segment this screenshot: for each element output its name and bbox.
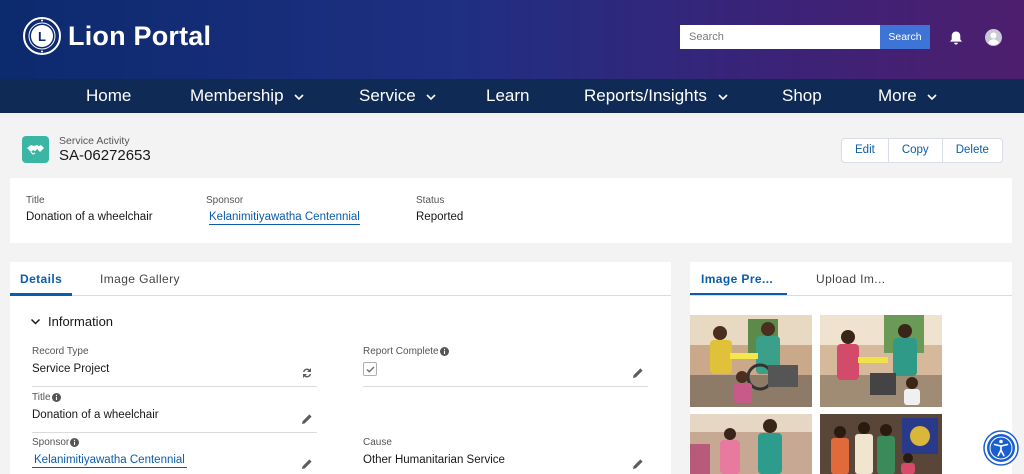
- accessibility-icon[interactable]: [983, 430, 1019, 466]
- lions-emblem-icon: L: [23, 17, 61, 55]
- field-sponsor: Sponsor Kelanimitiyawatha Centennial: [32, 437, 317, 474]
- nav-learn[interactable]: Learn: [486, 79, 529, 113]
- field-report-complete-label-text: Report Complete: [363, 346, 439, 357]
- gallery-photo[interactable]: [820, 414, 942, 474]
- info-icon[interactable]: [439, 347, 449, 356]
- field-sponsor-label-text: Sponsor: [32, 437, 70, 448]
- gallery-photo[interactable]: [820, 315, 942, 407]
- highlight-sponsor-label: Sponsor: [206, 195, 244, 206]
- search-button[interactable]: Search: [880, 25, 930, 49]
- field-title: Title Donation of a wheelchair: [32, 392, 317, 433]
- field-report-complete-label: Report Complete: [363, 346, 648, 357]
- field-cause: Cause Other Humanitarian Service: [363, 437, 648, 474]
- info-icon[interactable]: [70, 438, 80, 447]
- gallery-photo[interactable]: [690, 414, 812, 474]
- highlight-status: Status Reported: [416, 195, 463, 223]
- svg-text:L: L: [38, 29, 46, 44]
- field-title-label-text: Title: [32, 392, 51, 403]
- field-record-type-label: Record Type: [32, 346, 89, 357]
- highlight-title-value: Donation of a wheelchair: [26, 211, 153, 223]
- report-complete-checkbox: [363, 362, 377, 376]
- record-object-label: Service Activity: [59, 135, 130, 147]
- details-card: Details Image Gallery Information Record…: [10, 262, 671, 474]
- chevron-down-icon: [426, 93, 436, 100]
- nav-membership[interactable]: Membership: [190, 79, 305, 113]
- nav-reports-insights-label: Reports/Insights: [584, 86, 707, 105]
- edit-button[interactable]: Edit: [842, 139, 889, 162]
- highlight-title: Title Donation of a wheelchair: [26, 195, 153, 223]
- portal-banner: L Lion Portal Search: [0, 0, 1024, 79]
- pencil-edit-icon[interactable]: [301, 413, 313, 425]
- chevron-down-icon: [927, 93, 938, 100]
- tab-upload-image[interactable]: Upload Im...: [816, 262, 886, 296]
- field-sponsor-link[interactable]: Kelanimitiyawatha Centennial: [32, 454, 187, 468]
- chevron-down-icon: [30, 318, 41, 325]
- nav-reports-insights[interactable]: Reports/Insights: [584, 79, 729, 113]
- image-preview-card: Image Pre... Upload Im...: [690, 262, 1012, 474]
- nav-shop[interactable]: Shop: [782, 79, 822, 113]
- tab-image-gallery[interactable]: Image Gallery: [100, 262, 180, 296]
- brand-name: Lion Portal: [68, 20, 212, 51]
- delete-button[interactable]: Delete: [943, 139, 1002, 162]
- nav-service-label: Service: [359, 86, 416, 105]
- field-sponsor-label: Sponsor: [32, 437, 317, 448]
- nav-service[interactable]: Service: [359, 79, 437, 113]
- highlight-title-label: Title: [26, 195, 45, 206]
- photo-thumbnail: [690, 414, 812, 474]
- brand[interactable]: L Lion Portal: [22, 16, 211, 56]
- chevron-down-icon: [294, 93, 304, 100]
- field-title-label: Title: [32, 392, 317, 403]
- details-tabs: Details Image Gallery: [10, 262, 671, 296]
- pencil-edit-icon[interactable]: [632, 458, 644, 470]
- nav-more-label: More: [878, 86, 917, 105]
- change-record-type-icon[interactable]: [301, 367, 313, 379]
- nav-shop-label: Shop: [782, 86, 822, 105]
- section-information-toggle[interactable]: Information: [30, 314, 113, 329]
- nav-home[interactable]: Home: [86, 79, 131, 113]
- field-title-value: Donation of a wheelchair: [32, 409, 159, 421]
- nav-home-label: Home: [86, 86, 132, 105]
- checkmark-icon: [366, 366, 375, 373]
- field-record-type-value: Service Project: [32, 363, 110, 375]
- field-record-type: Record Type Service Project: [32, 346, 317, 387]
- handshake-icon: [22, 136, 49, 163]
- highlight-sponsor: Sponsor Kelanimitiyawatha Centennial: [206, 195, 360, 225]
- highlight-sponsor-link[interactable]: Kelanimitiyawatha Centennial: [209, 211, 360, 225]
- copy-button[interactable]: Copy: [889, 139, 943, 162]
- highlight-status-value: Reported: [416, 211, 464, 223]
- pencil-edit-icon[interactable]: [301, 458, 313, 470]
- tab-image-preview[interactable]: Image Pre...: [690, 262, 787, 296]
- field-cause-label: Cause: [363, 437, 392, 448]
- gallery-photo[interactable]: [690, 315, 812, 407]
- field-cause-value: Other Humanitarian Service: [363, 454, 505, 466]
- section-information-title: Information: [48, 314, 114, 329]
- highlight-status-label: Status: [416, 195, 445, 206]
- main-navigation: Home Membership Service Learn Reports/In…: [0, 79, 1024, 113]
- photo-thumbnail: [690, 315, 812, 407]
- photo-thumbnail: [820, 315, 942, 407]
- nav-more[interactable]: More: [878, 79, 938, 113]
- nav-learn-label: Learn: [486, 86, 530, 105]
- info-icon[interactable]: [51, 393, 61, 402]
- field-report-complete: Report Complete: [363, 346, 648, 387]
- gallery-tabs-divider: [690, 295, 1012, 296]
- record-number: SA-06272653: [59, 147, 151, 164]
- record-actions: Edit Copy Delete: [841, 138, 1003, 163]
- pencil-edit-icon[interactable]: [632, 367, 644, 379]
- search-input[interactable]: [680, 25, 880, 49]
- tab-details[interactable]: Details: [10, 262, 73, 296]
- nav-membership-label: Membership: [190, 86, 284, 105]
- photo-thumbnail: [820, 414, 942, 474]
- record-highlights: Title Donation of a wheelchair Sponsor K…: [10, 178, 1012, 243]
- user-avatar-icon[interactable]: [985, 29, 1002, 46]
- chevron-down-icon: [718, 93, 728, 100]
- notifications-bell-icon[interactable]: [948, 30, 964, 46]
